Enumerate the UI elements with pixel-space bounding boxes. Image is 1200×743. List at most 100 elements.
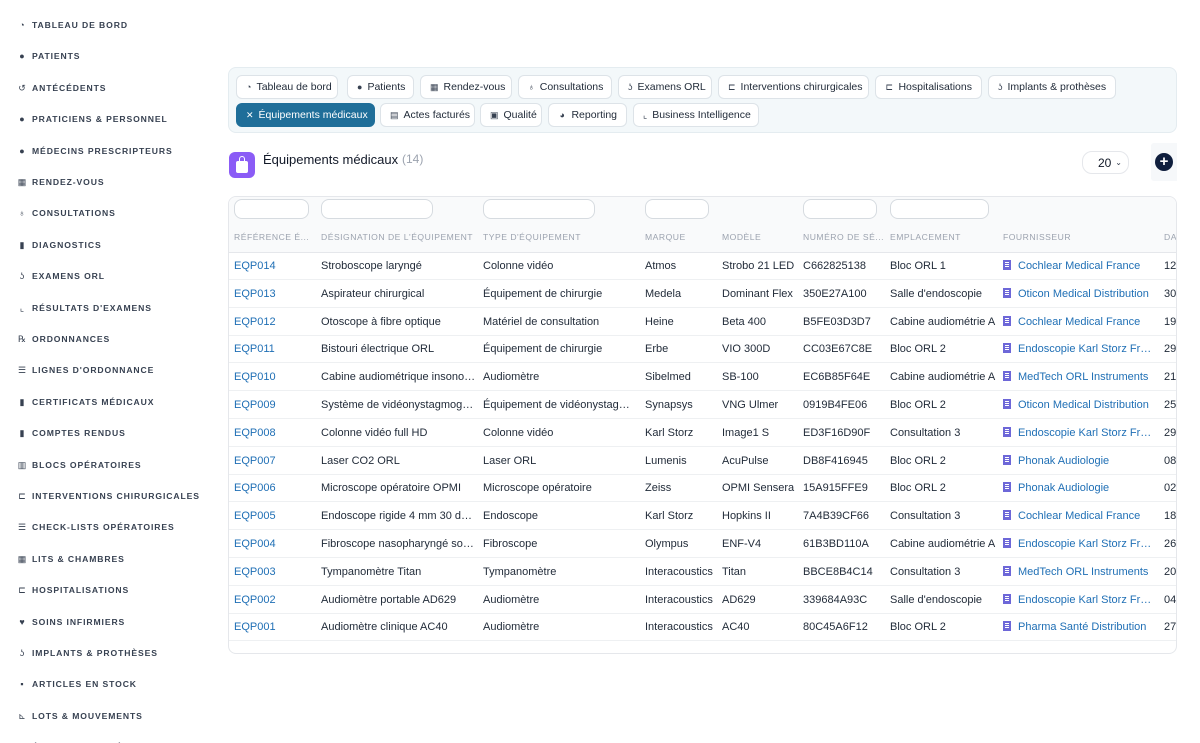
sidebar-item[interactable]: ℞ ORDONNANCES xyxy=(17,332,110,346)
tab[interactable]: ♁ Consultations xyxy=(518,75,612,99)
table-row[interactable]: EQP013 Aspirateur chirurgical Équipement d… xyxy=(229,281,1176,308)
supplier-link[interactable]: Cochlear Medical France xyxy=(1003,503,1153,530)
table-row[interactable]: EQP012 Otoscope à fibre optique Matériel d… xyxy=(229,309,1176,336)
column-filter-input[interactable] xyxy=(890,199,989,219)
sidebar-item[interactable]: ⊾ LOTS & MOUVEMENTS xyxy=(17,709,143,723)
add-equipment-button[interactable]: + xyxy=(1155,153,1173,171)
sidebar-item[interactable]: ⊏ HOSPITALISATIONS xyxy=(17,583,129,597)
supplier-link[interactable]: Pharma Santé Distribution xyxy=(1003,614,1153,641)
reference-link[interactable]: EQP001 xyxy=(234,614,314,641)
tab[interactable]: ⊏ Hospitalisations xyxy=(875,75,982,99)
column-header[interactable]: DAT xyxy=(1164,232,1176,242)
sidebar-item[interactable]: ▦ RENDEZ-VOUS xyxy=(17,175,104,189)
sidebar-item[interactable]: ☰ CHECK-LISTS OPÉRATOIRES xyxy=(17,520,175,534)
supplier-link[interactable]: Phonak Audiologie xyxy=(1003,448,1153,475)
table-cell: B5FE03D3D7 xyxy=(803,315,871,328)
tab[interactable]: ▣ Qualité xyxy=(480,103,542,127)
sidebar-item[interactable]: ▥ BLOCS OPÉRATOIRES xyxy=(17,458,142,472)
supplier-link[interactable]: Cochlear Medical France xyxy=(1003,253,1153,280)
tab[interactable]: ⊏ Interventions chirurgicales xyxy=(718,75,869,99)
sidebar-item[interactable]: ▪ ARTICLES EN STOCK xyxy=(17,677,137,691)
sidebar-item[interactable]: ⊏ INTERVENTIONS CHIRURGICALES xyxy=(17,489,200,503)
sidebar-item[interactable]: ● PATIENTS xyxy=(17,49,80,63)
column-header[interactable]: TYPE D'ÉQUIPEMENT xyxy=(483,232,638,242)
tab[interactable]: ▤ Actes facturés xyxy=(380,103,475,127)
table-row[interactable]: EQP008 Colonne vidéo full HD Colonne vidéo… xyxy=(229,420,1176,447)
supplier-link[interactable]: Oticon Medical Distribution xyxy=(1003,392,1153,419)
tab[interactable]: ⌞ Business Intelligence xyxy=(633,103,759,127)
supplier-link[interactable]: Endoscopie Karl Storz France xyxy=(1003,587,1153,614)
gauge-icon: ◔ xyxy=(246,82,252,92)
table-row[interactable]: EQP002 Audiomètre portable AD629 Audiomètr… xyxy=(229,587,1176,614)
supplier-link[interactable]: Cochlear Medical France xyxy=(1003,309,1153,336)
table-cell: 26/ xyxy=(1164,538,1177,550)
table-row[interactable]: EQP001 Audiomètre clinique AC40 Audiomètre… xyxy=(229,614,1176,642)
tab[interactable]: ◕ Reporting xyxy=(548,103,627,127)
reference-link[interactable]: EQP002 xyxy=(234,587,314,614)
sidebar-item-label: HOSPITALISATIONS xyxy=(32,585,130,596)
column-filter-input[interactable] xyxy=(321,199,433,219)
column-filter-input[interactable] xyxy=(645,199,709,219)
reference-link[interactable]: EQP010 xyxy=(234,364,314,391)
supplier-link[interactable]: Oticon Medical Distribution xyxy=(1003,281,1153,308)
table-row[interactable]: EQP010 Cabine audiométrique insonorisée Au… xyxy=(229,364,1176,392)
table-row[interactable]: EQP009 Système de vidéonystagmographie Équ… xyxy=(229,392,1176,419)
column-header[interactable]: NUMÉRO DE SÉ... xyxy=(803,232,885,242)
column-header[interactable]: DÉSIGNATION DE L'ÉQUIPEMENT xyxy=(321,232,476,242)
sidebar-item[interactable]: ʖ EXAMENS ORL xyxy=(17,269,105,283)
table-row[interactable]: EQP011 Bistouri électrique ORL Équipement … xyxy=(229,336,1176,364)
reference-link[interactable]: EQP007 xyxy=(234,448,314,475)
table-row[interactable]: EQP014 Stroboscope laryngé Colonne vidéo At… xyxy=(229,253,1176,280)
reference-link[interactable]: EQP006 xyxy=(234,475,314,502)
column-header[interactable]: FOURNISSEUR xyxy=(1003,232,1153,242)
per-page-select[interactable]: 20 ⌄ xyxy=(1082,151,1129,174)
sidebar-item[interactable]: ▦ LITS & CHAMBRES xyxy=(17,552,125,566)
column-filter-input[interactable] xyxy=(483,199,595,219)
sidebar-item[interactable]: ☰ LIGNES D'ORDONNANCE xyxy=(17,363,154,377)
sidebar-item[interactable]: ● PRATICIENS & PERSONNEL xyxy=(17,112,168,126)
supplier-link[interactable]: Endoscopie Karl Storz France xyxy=(1003,531,1153,558)
supplier-link[interactable]: MedTech ORL Instruments xyxy=(1003,559,1153,586)
reference-link[interactable]: EQP005 xyxy=(234,503,314,530)
hospital-icon: ▥ xyxy=(17,459,27,470)
sidebar-item[interactable]: ▮ COMPTES RENDUS xyxy=(17,426,126,440)
column-filter-input[interactable] xyxy=(234,199,309,219)
sidebar-item[interactable]: ♁ CONSULTATIONS xyxy=(17,206,116,220)
reference-link[interactable]: EQP014 xyxy=(234,253,314,280)
table-row[interactable]: EQP005 Endoscope rigide 4 mm 30 degrés End… xyxy=(229,503,1176,531)
table-row[interactable]: EQP004 Fibroscope nasopharyngé souple Fibr… xyxy=(229,531,1176,558)
reference-link[interactable]: EQP008 xyxy=(234,420,314,447)
sidebar-item[interactable]: ⌞ RÉSULTATS D'EXAMENS xyxy=(17,301,152,315)
column-header[interactable]: MODÈLE xyxy=(722,232,798,242)
table-row[interactable]: EQP003 Tympanomètre Titan Tympanomètre Inte… xyxy=(229,559,1176,586)
reference-link[interactable]: EQP004 xyxy=(234,531,314,558)
tab[interactable]: ● Patients xyxy=(347,75,414,99)
table-row[interactable]: EQP006 Microscope opératoire OPMI Microsco… xyxy=(229,475,1176,503)
tab[interactable]: ʖ Implants & prothèses xyxy=(988,75,1116,99)
sidebar-item[interactable]: ʖ IMPLANTS & PROTHÈSES xyxy=(17,646,158,660)
sidebar-item[interactable]: ◔ TABLEAU DE BORD xyxy=(17,18,128,32)
supplier-link[interactable]: Endoscopie Karl Storz France xyxy=(1003,420,1153,447)
column-header[interactable]: RÉFÉRENCE É... xyxy=(234,232,314,242)
reference-link[interactable]: EQP003 xyxy=(234,559,314,586)
sidebar-item[interactable]: ● MÉDECINS PRESCRIPTEURS xyxy=(17,144,173,158)
supplier-link[interactable]: MedTech ORL Instruments xyxy=(1003,364,1153,391)
supplier-link[interactable]: Phonak Audiologie xyxy=(1003,475,1153,502)
column-header[interactable]: EMPLACEMENT xyxy=(890,232,998,242)
sidebar-item[interactable]: ♥ SOINS INFIRMIERS xyxy=(17,615,125,629)
reference-link[interactable]: EQP013 xyxy=(234,281,314,308)
tab[interactable]: ◔ Tableau de bord xyxy=(236,75,338,99)
reference-link[interactable]: EQP012 xyxy=(234,309,314,336)
tab[interactable]: ▦ Rendez-vous xyxy=(420,75,512,99)
sidebar-item[interactable]: ↺ ANTÉCÉDENTS xyxy=(17,81,106,95)
table-row[interactable]: EQP007 Laser CO2 ORL Laser ORL Lumenis AcuPu… xyxy=(229,448,1176,475)
sidebar-item[interactable]: ▮ CERTIFICATS MÉDICAUX xyxy=(17,395,154,409)
supplier-link[interactable]: Endoscopie Karl Storz France xyxy=(1003,336,1153,363)
sidebar-item[interactable]: ▮ DIAGNOSTICS xyxy=(17,238,102,252)
tab[interactable]: ✕ Équipements médicaux xyxy=(236,103,375,127)
reference-link[interactable]: EQP011 xyxy=(234,336,314,363)
reference-link[interactable]: EQP009 xyxy=(234,392,314,419)
column-filter-input[interactable] xyxy=(803,199,877,219)
tab[interactable]: ʖ Examens ORL xyxy=(618,75,712,99)
column-header[interactable]: MARQUE xyxy=(645,232,717,242)
